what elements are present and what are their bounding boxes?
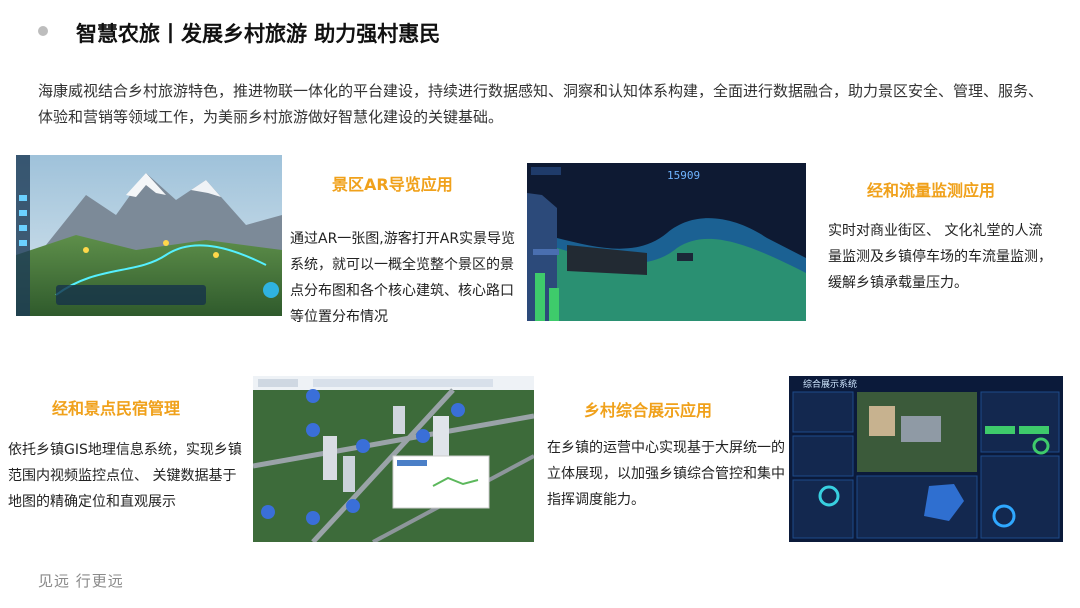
homestay-section-title: 经和景点民宿管理	[52, 399, 181, 418]
dashboard-title: 综合展示系统	[803, 378, 857, 390]
title-bullet	[38, 26, 48, 36]
intro-paragraph: 海康威视结合乡村旅游特色，推进物联一体化的平台建设，持续进行数据感知、洞察和认知…	[38, 82, 1044, 126]
display-section-title: 乡村综合展示应用	[584, 401, 713, 420]
display-section-text: 在乡镇的运营中心实现基于大屏统一的立体展现，以加强乡镇综合管控和集中指挥调度能力…	[547, 440, 785, 508]
homestay-section-text: 依托乡镇GIS地理信息系统，实现乡镇范围内视频监控点位、 关键数据基于 地图的精…	[8, 442, 242, 510]
footer-slogan: 见远 行更远	[38, 572, 124, 590]
ar-section-title: 景区AR导览应用	[332, 175, 453, 194]
flow-counter: 15909	[667, 169, 700, 182]
page-title: 智慧农旅丨发展乡村旅游 助力强村惠民	[76, 22, 441, 46]
dashboard-image: 综合展示系统	[789, 376, 1063, 542]
flow-section-text: 实时对商业街区、 文化礼堂的人流量监测及乡镇停车场的车流量监测，缓解乡镇承载量压…	[828, 223, 1052, 291]
ar-map-image	[16, 155, 282, 316]
gis-map-image	[253, 376, 534, 542]
ar-section-text: 通过AR一张图,游客打开AR实景导览系统，就可以一概全览整个景区的景点分布图和各…	[290, 231, 516, 325]
flow-monitor-image: 15909	[527, 163, 806, 321]
flow-section-title: 经和流量监测应用	[867, 181, 996, 200]
